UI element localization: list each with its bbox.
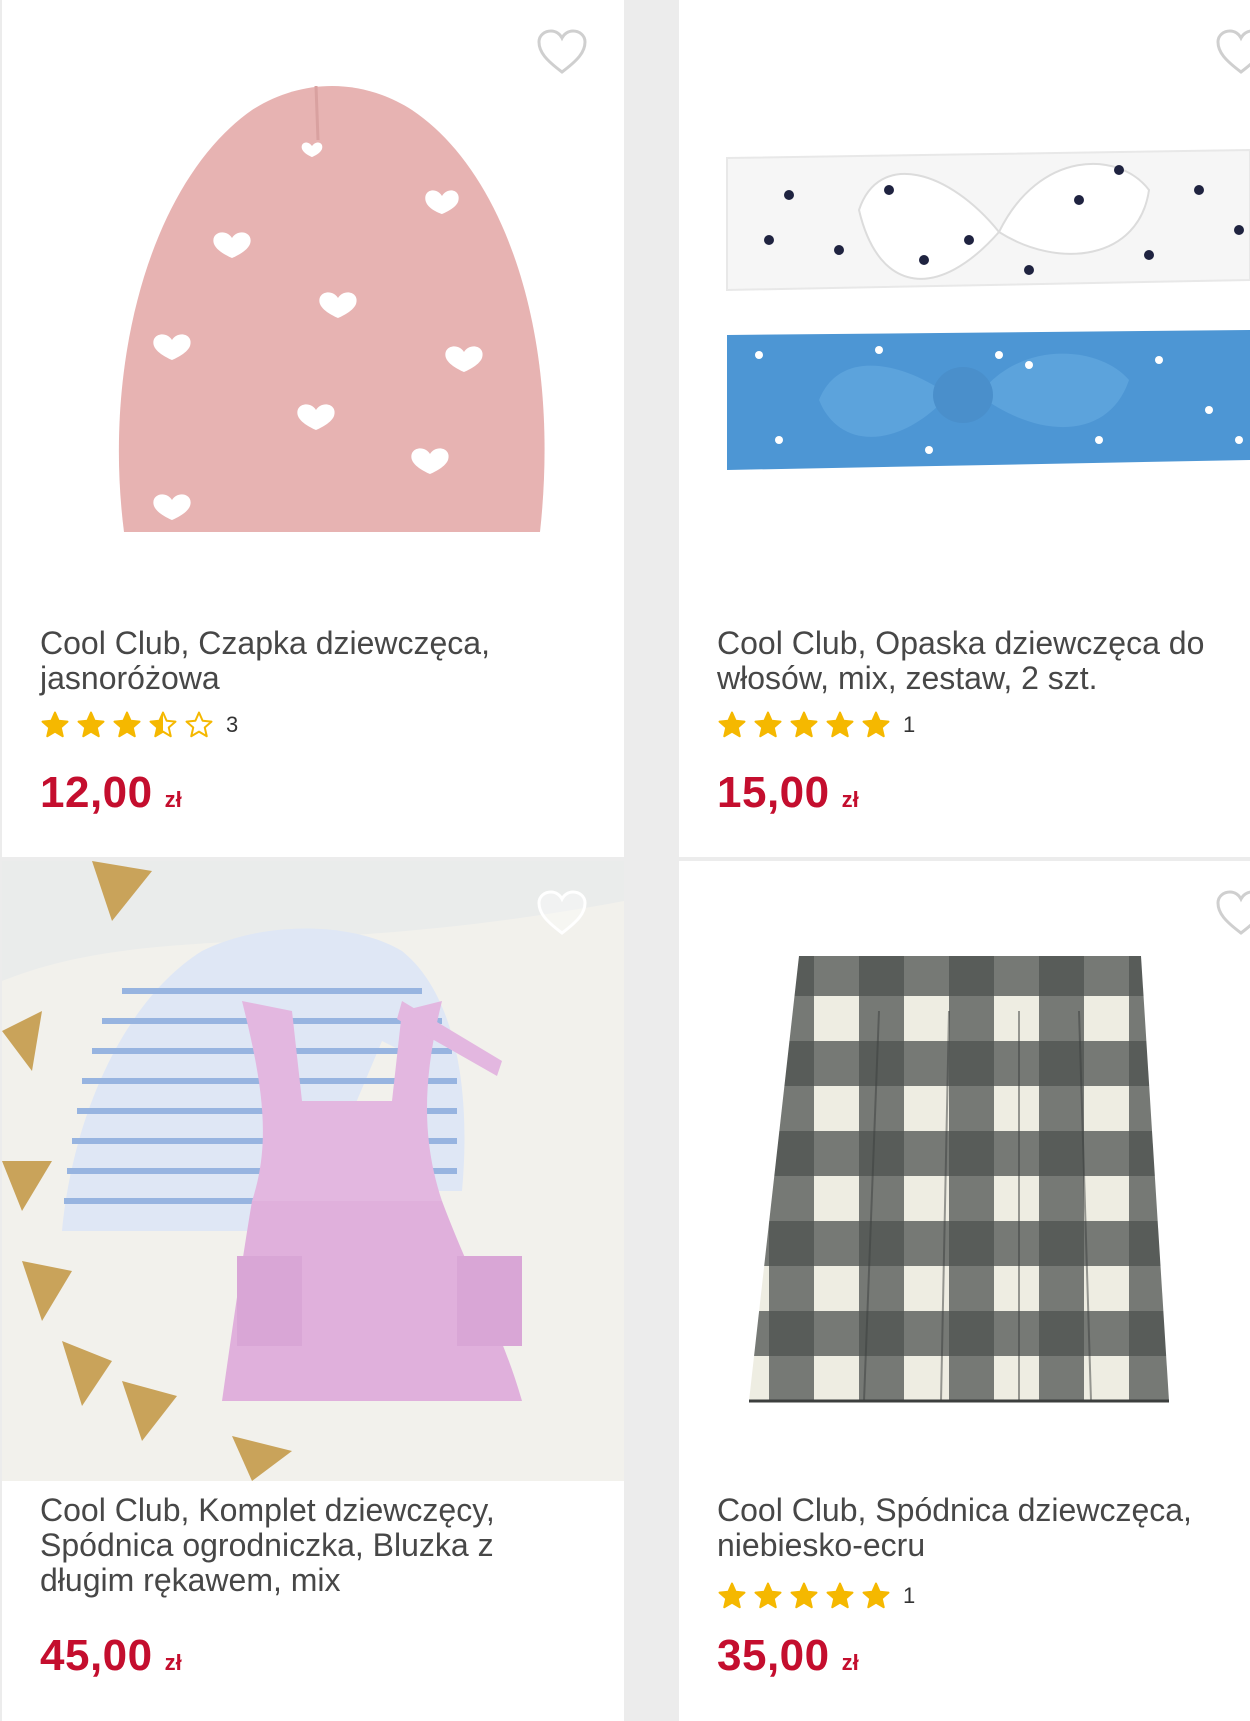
price-amount: 12,00 <box>40 768 153 817</box>
product-image-dress-set[interactable] <box>2 861 624 1481</box>
product-card[interactable]: Cool Club, Czapka dziewczęca, jasnoróżow… <box>2 0 624 857</box>
star-filled-icon <box>826 1582 854 1609</box>
product-image-beanie[interactable] <box>2 0 624 620</box>
product-card[interactable]: Cool Club, Komplet dziewczęcy, Spódnica … <box>2 861 624 1721</box>
price-amount: 35,00 <box>717 1631 830 1680</box>
add-to-wishlist-button[interactable] <box>1215 889 1250 937</box>
product-image-headbands[interactable] <box>679 0 1250 620</box>
product-card[interactable]: Cool Club, Spódnica dziewczęca, niebiesk… <box>679 861 1250 1721</box>
rating-stars <box>717 1581 897 1611</box>
star-half-icon <box>149 711 177 738</box>
heart-outline-icon <box>1216 890 1250 935</box>
product-title[interactable]: Cool Club, Komplet dziewczęcy, Spódnica … <box>40 1493 560 1598</box>
price-currency: zł <box>841 1650 859 1675</box>
price-currency: zł <box>164 787 182 812</box>
product-rating: 1 <box>717 1581 915 1611</box>
price-amount: 15,00 <box>717 768 830 817</box>
price-currency: zł <box>841 787 859 812</box>
price-currency: zł <box>164 1650 182 1675</box>
heart-outline-icon <box>1216 29 1250 74</box>
product-image-plaid-skirt[interactable] <box>679 861 1250 1481</box>
star-filled-icon <box>113 711 141 738</box>
star-filled-icon <box>41 711 69 738</box>
star-filled-icon <box>718 711 746 738</box>
product-price: 15,00 zł <box>717 768 859 818</box>
price-amount: 45,00 <box>40 1631 153 1680</box>
product-price: 45,00 zł <box>40 1631 182 1681</box>
heart-outline-icon <box>537 29 587 74</box>
add-to-wishlist-button[interactable] <box>536 889 588 937</box>
star-filled-icon <box>790 1582 818 1609</box>
product-title[interactable]: Cool Club, Spódnica dziewczęca, niebiesk… <box>717 1493 1237 1563</box>
review-count: 1 <box>903 1583 916 1608</box>
product-card[interactable]: Cool Club, Opaska dziewczęca do włosów, … <box>679 0 1250 857</box>
heart-outline-icon <box>537 890 587 935</box>
product-rating: 1 <box>717 710 915 740</box>
review-count: 1 <box>903 712 916 737</box>
star-filled-icon <box>826 711 854 738</box>
product-title[interactable]: Cool Club, Czapka dziewczęca, jasnoróżow… <box>40 626 560 696</box>
product-price: 12,00 zł <box>40 768 182 818</box>
star-filled-icon <box>718 1582 746 1609</box>
star-empty-icon <box>185 711 213 738</box>
star-filled-icon <box>790 711 818 738</box>
product-rating: 3 <box>40 710 238 740</box>
review-count: 3 <box>226 712 239 737</box>
product-title[interactable]: Cool Club, Opaska dziewczęca do włosów, … <box>717 626 1237 696</box>
star-filled-icon <box>862 711 890 738</box>
star-filled-icon <box>77 711 105 738</box>
star-filled-icon <box>754 1582 782 1609</box>
rating-stars <box>717 710 897 740</box>
add-to-wishlist-button[interactable] <box>536 28 588 76</box>
star-filled-icon <box>754 711 782 738</box>
product-price: 35,00 zł <box>717 1631 859 1681</box>
rating-stars <box>40 710 220 740</box>
star-filled-icon <box>862 1582 890 1609</box>
add-to-wishlist-button[interactable] <box>1215 28 1250 76</box>
